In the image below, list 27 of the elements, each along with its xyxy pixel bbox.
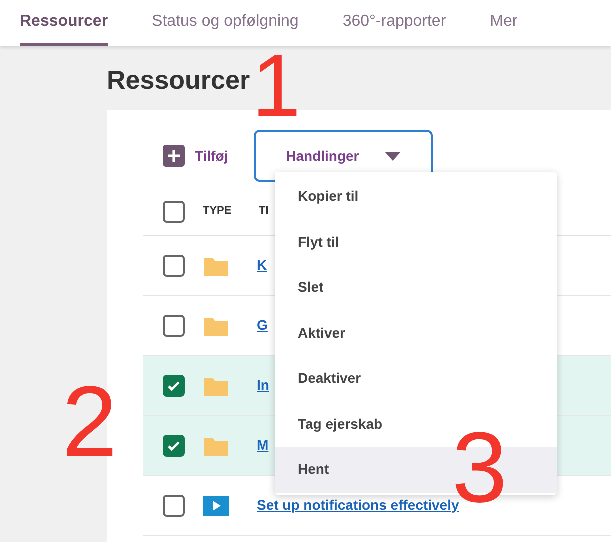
menu-item[interactable]: Flyt til <box>275 220 557 265</box>
resource-link[interactable]: K <box>257 255 268 276</box>
resource-link[interactable]: M <box>257 435 269 456</box>
play-icon <box>203 496 229 516</box>
annotation-number: 2 <box>62 372 118 472</box>
tab[interactable]: Mer <box>490 0 518 46</box>
resource-link[interactable]: G <box>257 315 268 336</box>
tab[interactable]: Ressourcer <box>20 0 108 46</box>
checkbox[interactable] <box>163 200 185 222</box>
check-icon <box>167 378 181 392</box>
checkbox[interactable] <box>163 314 185 336</box>
menu-item[interactable]: Slet <box>275 265 557 310</box>
caret-icon <box>385 152 402 160</box>
page-title: Ressourcer <box>107 64 250 96</box>
menu-item[interactable]: Aktiver <box>275 310 557 356</box>
resource-link[interactable]: In <box>257 375 270 396</box>
tab[interactable]: 360°-rapporter <box>342 0 446 46</box>
checkbox[interactable] <box>163 374 185 396</box>
menu-item[interactable]: Deaktiver <box>275 356 557 402</box>
column-header: TYPE <box>203 204 233 220</box>
checkbox[interactable] <box>163 494 185 516</box>
checkbox[interactable] <box>163 254 185 276</box>
plus-icon <box>163 145 185 167</box>
add-button[interactable]: Tilføj <box>163 145 228 167</box>
check-icon <box>167 438 181 452</box>
checkbox[interactable] <box>163 434 185 456</box>
column-header: TI <box>259 204 269 220</box>
